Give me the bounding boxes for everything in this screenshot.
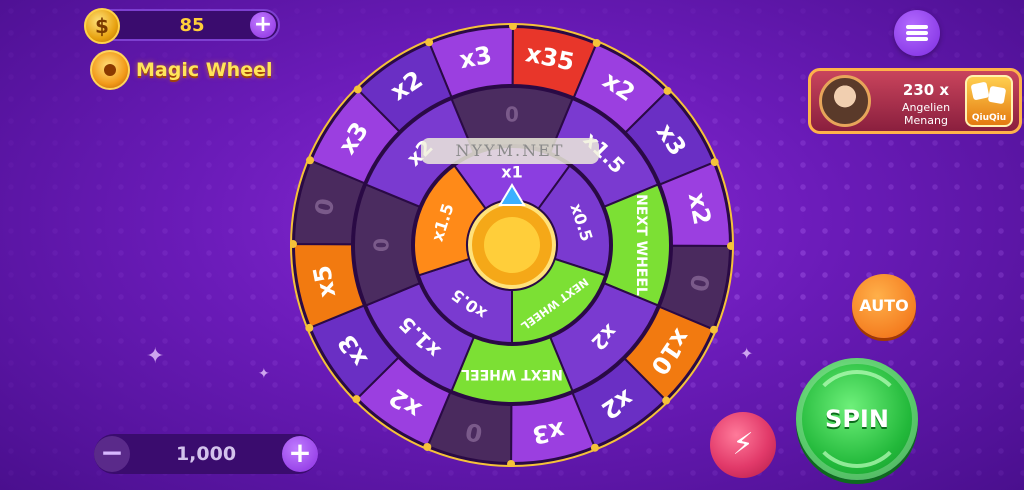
menu-button[interactable]: [894, 10, 940, 56]
rim-stud: [710, 158, 719, 167]
balance-amount: 85: [179, 15, 205, 36]
lightning-icon: ⚡: [732, 427, 754, 462]
decrease-bet-button[interactable]: −: [94, 436, 130, 472]
magic-wheel[interactable]: x3 x35 x2 x3 x2 0 x10 x2 x3 0 x2 x3 x5 0 x3 x2 0 x1.5 NEXT…: [289, 22, 735, 468]
watermark-plate: NYYM.NET: [421, 138, 599, 164]
add-coins-button[interactable]: +: [250, 12, 276, 38]
rim-stud: [353, 85, 362, 94]
rim-stud: [305, 323, 314, 332]
rim-stud: [663, 86, 672, 95]
rim-stud: [590, 443, 599, 452]
winner-name: Angelien Menang: [881, 101, 971, 127]
rim-stud: [423, 442, 432, 451]
rim-stud: [306, 156, 315, 165]
winner-name-text: Angelien: [901, 101, 951, 114]
bet-control: − 1,000 +: [94, 434, 318, 474]
hamburger-menu-icon: [906, 37, 928, 41]
sparkle-icon: ✦: [258, 366, 270, 382]
winner-action-text: Menang: [904, 114, 948, 127]
middle-segment-label: NEXT WHEEL: [461, 366, 563, 382]
winner-banner: 230 x Angelien Menang QiuQiu: [808, 68, 1022, 134]
rim-stud: [662, 396, 671, 405]
dice-icon: [987, 85, 1007, 105]
wheel-hub-center: [484, 217, 540, 273]
coin-icon: $: [84, 8, 120, 44]
wheel-graphic: x3 x35x2x3x20x10x2x30x2x3x50x3x20x1.5NEXT…: [289, 22, 735, 468]
increase-bet-button[interactable]: +: [282, 436, 318, 472]
spin-label: SPIN: [825, 405, 889, 433]
hamburger-menu-icon: [906, 25, 928, 29]
hamburger-menu-icon: [906, 31, 928, 35]
winner-multiplier: 230 x: [902, 81, 950, 99]
rim-stud: [592, 39, 601, 48]
sparkle-icon: ✦: [146, 344, 165, 369]
winner-avatar: [819, 75, 871, 127]
spin-button[interactable]: SPIN: [796, 358, 918, 480]
auto-button[interactable]: AUTO: [852, 274, 916, 338]
dice-icon: [970, 81, 990, 101]
wheel-logo-icon: [90, 50, 130, 90]
game-title-text: Magic Wheel: [136, 59, 273, 81]
middle-segment-label: 0: [370, 238, 394, 252]
turbo-button[interactable]: ⚡: [710, 412, 776, 478]
app-logo-text: QiuQiu: [971, 113, 1007, 123]
app-logo[interactable]: QiuQiu: [965, 75, 1013, 127]
middle-segment-label: NEXT WHEEL: [633, 194, 649, 296]
inner-segment-label: x1: [501, 163, 522, 182]
rim-stud: [352, 395, 361, 404]
bet-amount: 1,000: [175, 443, 237, 465]
middle-segment-label: 0: [505, 103, 519, 127]
sparkle-icon: ✦: [740, 344, 754, 363]
rim-stud: [709, 325, 718, 334]
rim-stud: [425, 38, 434, 47]
balance-bar: $ 85 +: [84, 8, 280, 44]
